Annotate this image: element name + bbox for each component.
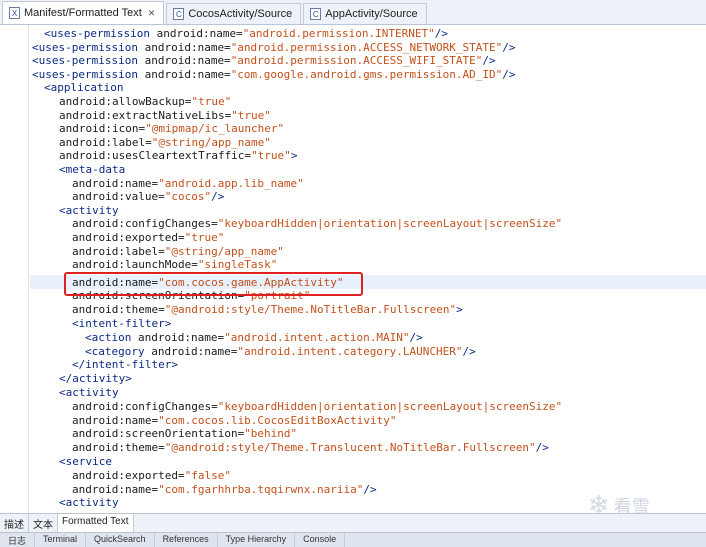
tab-label: Manifest/Formatted Text — [24, 7, 142, 19]
code-line: <uses-permission android:name="android.p… — [44, 27, 448, 40]
tab-label: CocosActivity/Source — [188, 8, 293, 20]
code-line: android:exported="false" — [72, 468, 231, 482]
editor-tab-bar: X Manifest/Formatted Text ✕ C CocosActiv… — [0, 0, 706, 25]
code-line: <meta-data — [59, 163, 126, 176]
code-line: android:configChanges="keyboardHidden|or… — [72, 399, 563, 413]
line-gutter — [0, 25, 29, 513]
code-line: android:allowBackup="true" — [59, 95, 232, 108]
code-line: android:name="com.fgarhhrba.tqqirwnx.nar… — [72, 482, 377, 496]
code-line: <uses-permission android:name="android.p… — [32, 40, 516, 54]
code-line: <category android:name="android.intent.c… — [85, 344, 476, 358]
view-tab-log[interactable]: 日志 — [0, 533, 36, 547]
code-line: android:configChanges="keyboardHidden|or… — [72, 217, 563, 231]
code-line: <uses-permission android:name="android.p… — [32, 54, 496, 68]
tab-appactivity-source[interactable]: C AppActivity/Source — [303, 3, 427, 24]
class-file-icon: C — [310, 8, 322, 20]
highlight-annotation-box — [64, 272, 363, 296]
code-line: android:launchMode="singleTask" — [72, 258, 278, 272]
code-line: android:value="cocos"/> — [72, 190, 225, 204]
view-tab-type-hierarchy[interactable]: Type Hierarchy — [218, 533, 296, 547]
code-line: </intent-filter> — [72, 358, 178, 372]
code-line: <service — [59, 454, 112, 468]
tab-label: AppActivity/Source — [325, 8, 418, 20]
code-editor[interactable]: <uses-permission android:name="android.p… — [32, 27, 706, 513]
view-tab-references[interactable]: References — [155, 533, 218, 547]
code-line: android:label="@string/app_name" — [72, 244, 284, 258]
code-line: android:theme="@android:style/Theme.NoTi… — [72, 303, 463, 317]
code-line: <uses-permission android:name="com.googl… — [32, 67, 516, 81]
tab-formatted-text[interactable]: Formatted Text — [58, 514, 134, 532]
tab-cocosactivity-source[interactable]: C CocosActivity/Source — [166, 3, 302, 24]
code-line: </activity> — [59, 372, 132, 386]
code-line: android:name="android.app.lib_name" — [72, 176, 304, 190]
code-line: <activity — [59, 496, 119, 510]
close-icon[interactable]: ✕ — [148, 8, 156, 19]
code-line: android:extractNativeLibs="true" — [59, 108, 271, 122]
view-tab-terminal[interactable]: Terminal — [35, 533, 87, 547]
tab-manifest-formatted-text[interactable]: X Manifest/Formatted Text ✕ — [2, 1, 165, 24]
code-line: <intent-filter> — [72, 316, 172, 330]
code-line: android:usesCleartextTraffic="true"> — [59, 149, 298, 163]
code-line: <action android:name="android.intent.act… — [85, 330, 423, 344]
views-tab-strip: 日志 Terminal QuickSearch References Type … — [0, 532, 706, 547]
code-line: <activity — [59, 385, 119, 399]
code-line: android:name="com.cocos.lib.CocosEditBox… — [72, 413, 397, 427]
code-line: android:screenOrientation="behind" — [72, 427, 298, 441]
code-line: <application — [44, 81, 124, 95]
tab-description[interactable]: 描述 — [0, 514, 29, 532]
class-file-icon: C — [173, 8, 185, 20]
code-line: android:theme="@android:style/Theme.Tran… — [72, 441, 549, 455]
view-tab-quicksearch[interactable]: QuickSearch — [86, 533, 155, 547]
editor-page-tabs: 描述 文本 Formatted Text — [0, 513, 706, 532]
view-tab-console[interactable]: Console — [295, 533, 346, 547]
tab-text[interactable]: 文本 — [29, 514, 58, 532]
code-line: android:exported="true" — [72, 231, 225, 244]
code-line: android:icon="@mipmap/ic_launcher" — [59, 122, 285, 136]
xml-file-icon: X — [9, 7, 20, 19]
code-line: <activity — [59, 203, 119, 217]
code-line: android:label="@string/app_name" — [59, 135, 271, 149]
